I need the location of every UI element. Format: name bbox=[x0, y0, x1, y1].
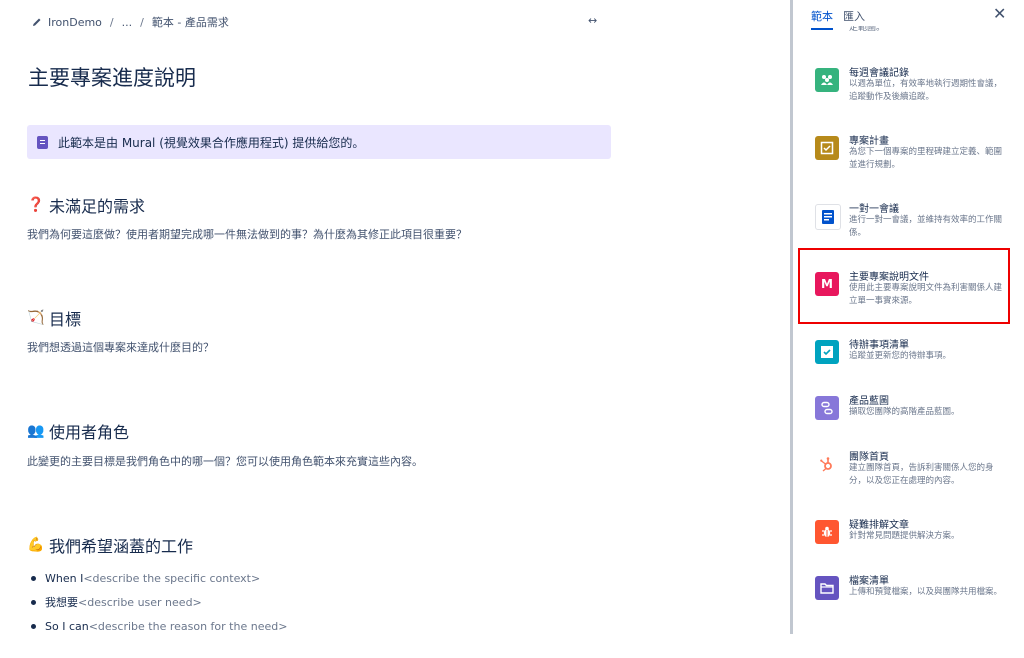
section-text: 我們想透過這個專案來達成什麼目的？ bbox=[27, 341, 214, 354]
section-heading-personas: 👥 使用者角色 bbox=[27, 423, 130, 442]
tab-templates[interactable]: 範本 bbox=[811, 8, 833, 30]
note-icon bbox=[37, 135, 48, 149]
selection-highlight bbox=[798, 248, 1010, 324]
checkbox-icon bbox=[815, 136, 839, 160]
people-icon: 👥 bbox=[27, 423, 45, 439]
template-description: 上傳和預覽檔案，以及與團隊共用檔案。 bbox=[849, 587, 1003, 597]
list-item[interactable]: So I can <describe the reason for the nee… bbox=[27, 614, 287, 638]
jobs-list: When I <describe the specific context> 我想… bbox=[27, 566, 287, 638]
template-troubleshooting-article[interactable]: 疑難排解文章 針對常見問題提供解決方案。 bbox=[801, 514, 1011, 576]
template-description: 追蹤並更新您的待辦事項。 bbox=[849, 351, 952, 361]
close-icon[interactable]: ✕ bbox=[993, 4, 1006, 23]
template-panel: 範本 匯入 ✕ 定範圍。 每週會議記錄 以週為單位，有效率地執行週期性會議，追蹤… bbox=[793, 0, 1024, 658]
roadmap-icon bbox=[815, 396, 839, 420]
flexed-bicep-icon: 💪 bbox=[27, 537, 45, 553]
template-name: 產品藍圖 bbox=[849, 396, 889, 407]
breadcrumb-ellipsis[interactable]: ... bbox=[122, 16, 133, 29]
hubspot-icon bbox=[815, 452, 839, 476]
template-name: 疑難排解文章 bbox=[849, 520, 909, 531]
template-weekly-meeting-notes[interactable]: 每週會議記錄 以週為單位，有效率地執行週期性會議，追蹤動作及後續追蹤。 bbox=[801, 62, 1011, 124]
bullet-icon bbox=[31, 575, 36, 581]
section-heading-goal: 🏹 目標 bbox=[27, 310, 82, 329]
template-name: 待辦事項清單 bbox=[849, 340, 909, 351]
question-mark-icon: ❓ bbox=[27, 197, 45, 213]
template-name: 團隊首頁 bbox=[849, 452, 889, 463]
section-heading-unmet-need: ❓ 未滿足的需求 bbox=[27, 197, 146, 216]
clipped-description: 定範圍。 bbox=[849, 26, 886, 33]
section-text: 此變更的主要目標是我們角色中的哪一個？您可以使用角色範本來充實這些內容。 bbox=[27, 455, 423, 468]
template-description: 進行一對一會議，並維持有效率的工作關係。 bbox=[849, 215, 1003, 238]
expand-width-icon[interactable]: ↔ bbox=[588, 14, 597, 27]
template-project-plan[interactable]: 專案計畫 為您下一個專案的里程碑建立定義、範圍並進行規劃。 bbox=[801, 130, 1011, 192]
editor-area: IronDemo / ... / 範本 - 產品需求 ↔ 主要專案進度說明 此範… bbox=[0, 0, 790, 658]
page-title[interactable]: 主要專案進度說明 bbox=[28, 62, 196, 92]
breadcrumb-separator: / bbox=[109, 15, 114, 29]
template-description: 以週為單位，有效率地執行週期性會議，追蹤動作及後續追蹤。 bbox=[849, 79, 1003, 102]
breadcrumb: IronDemo / ... / 範本 - 產品需求 bbox=[32, 14, 229, 30]
people-icon bbox=[815, 68, 839, 92]
template-file-list[interactable]: 檔案清單 上傳和預覽檔案，以及與團隊共用檔案。 bbox=[801, 570, 1011, 632]
bullet-icon bbox=[31, 623, 36, 629]
template-name: 一對一會議 bbox=[849, 204, 899, 215]
list-item[interactable]: 我想要 <describe user need> bbox=[27, 590, 287, 614]
template-description: 針對常見問題提供解決方案。 bbox=[849, 531, 960, 541]
template-product-roadmap[interactable]: 產品藍圖 擷取您團隊的高階產品藍圖。 bbox=[801, 390, 1011, 452]
document-icon bbox=[815, 204, 841, 230]
bow-and-arrow-icon: 🏹 bbox=[27, 310, 45, 326]
folder-icon bbox=[815, 576, 839, 600]
template-todo-list[interactable]: 待辦事項清單 追蹤並更新您的待辦事項。 bbox=[801, 334, 1011, 396]
bullet-icon bbox=[31, 599, 36, 605]
template-description: 擷取您團隊的高階產品藍圖。 bbox=[849, 407, 960, 417]
list-item[interactable]: When I <describe the specific context> bbox=[27, 566, 287, 590]
checklist-icon bbox=[815, 340, 839, 364]
section-text: 我們為何要這麼做？使用者期望完成哪一件無法做到的事？為什麼為其修正此項目很重要？ bbox=[27, 228, 467, 241]
template-name: 每週會議記錄 bbox=[849, 68, 909, 79]
template-name: 專案計畫 bbox=[849, 136, 889, 147]
template-team-homepage[interactable]: 團隊首頁 建立團隊首頁，告訴利害關係人您的身分，以及您正在處理的內容。 bbox=[801, 446, 1011, 508]
section-heading-jobs: 💪 我們希望涵蓋的工作 bbox=[27, 537, 194, 556]
pencil-icon bbox=[33, 18, 41, 26]
breadcrumb-space[interactable]: IronDemo bbox=[48, 16, 102, 29]
info-text: 此範本是由 Mural (視覺效果合作應用程式) 提供給您的。 bbox=[58, 135, 365, 150]
info-panel: 此範本是由 Mural (視覺效果合作應用程式) 提供給您的。 bbox=[27, 125, 611, 159]
template-name: 檔案清單 bbox=[849, 576, 889, 587]
template-description: 為您下一個專案的里程碑建立定義、範圍並進行規劃。 bbox=[849, 147, 1003, 170]
template-description: 建立團隊首頁，告訴利害關係人您的身分，以及您正在處理的內容。 bbox=[849, 463, 994, 486]
bug-icon bbox=[815, 520, 839, 544]
breadcrumb-separator: / bbox=[140, 15, 144, 29]
breadcrumb-current[interactable]: 範本 - 產品需求 bbox=[152, 14, 229, 30]
